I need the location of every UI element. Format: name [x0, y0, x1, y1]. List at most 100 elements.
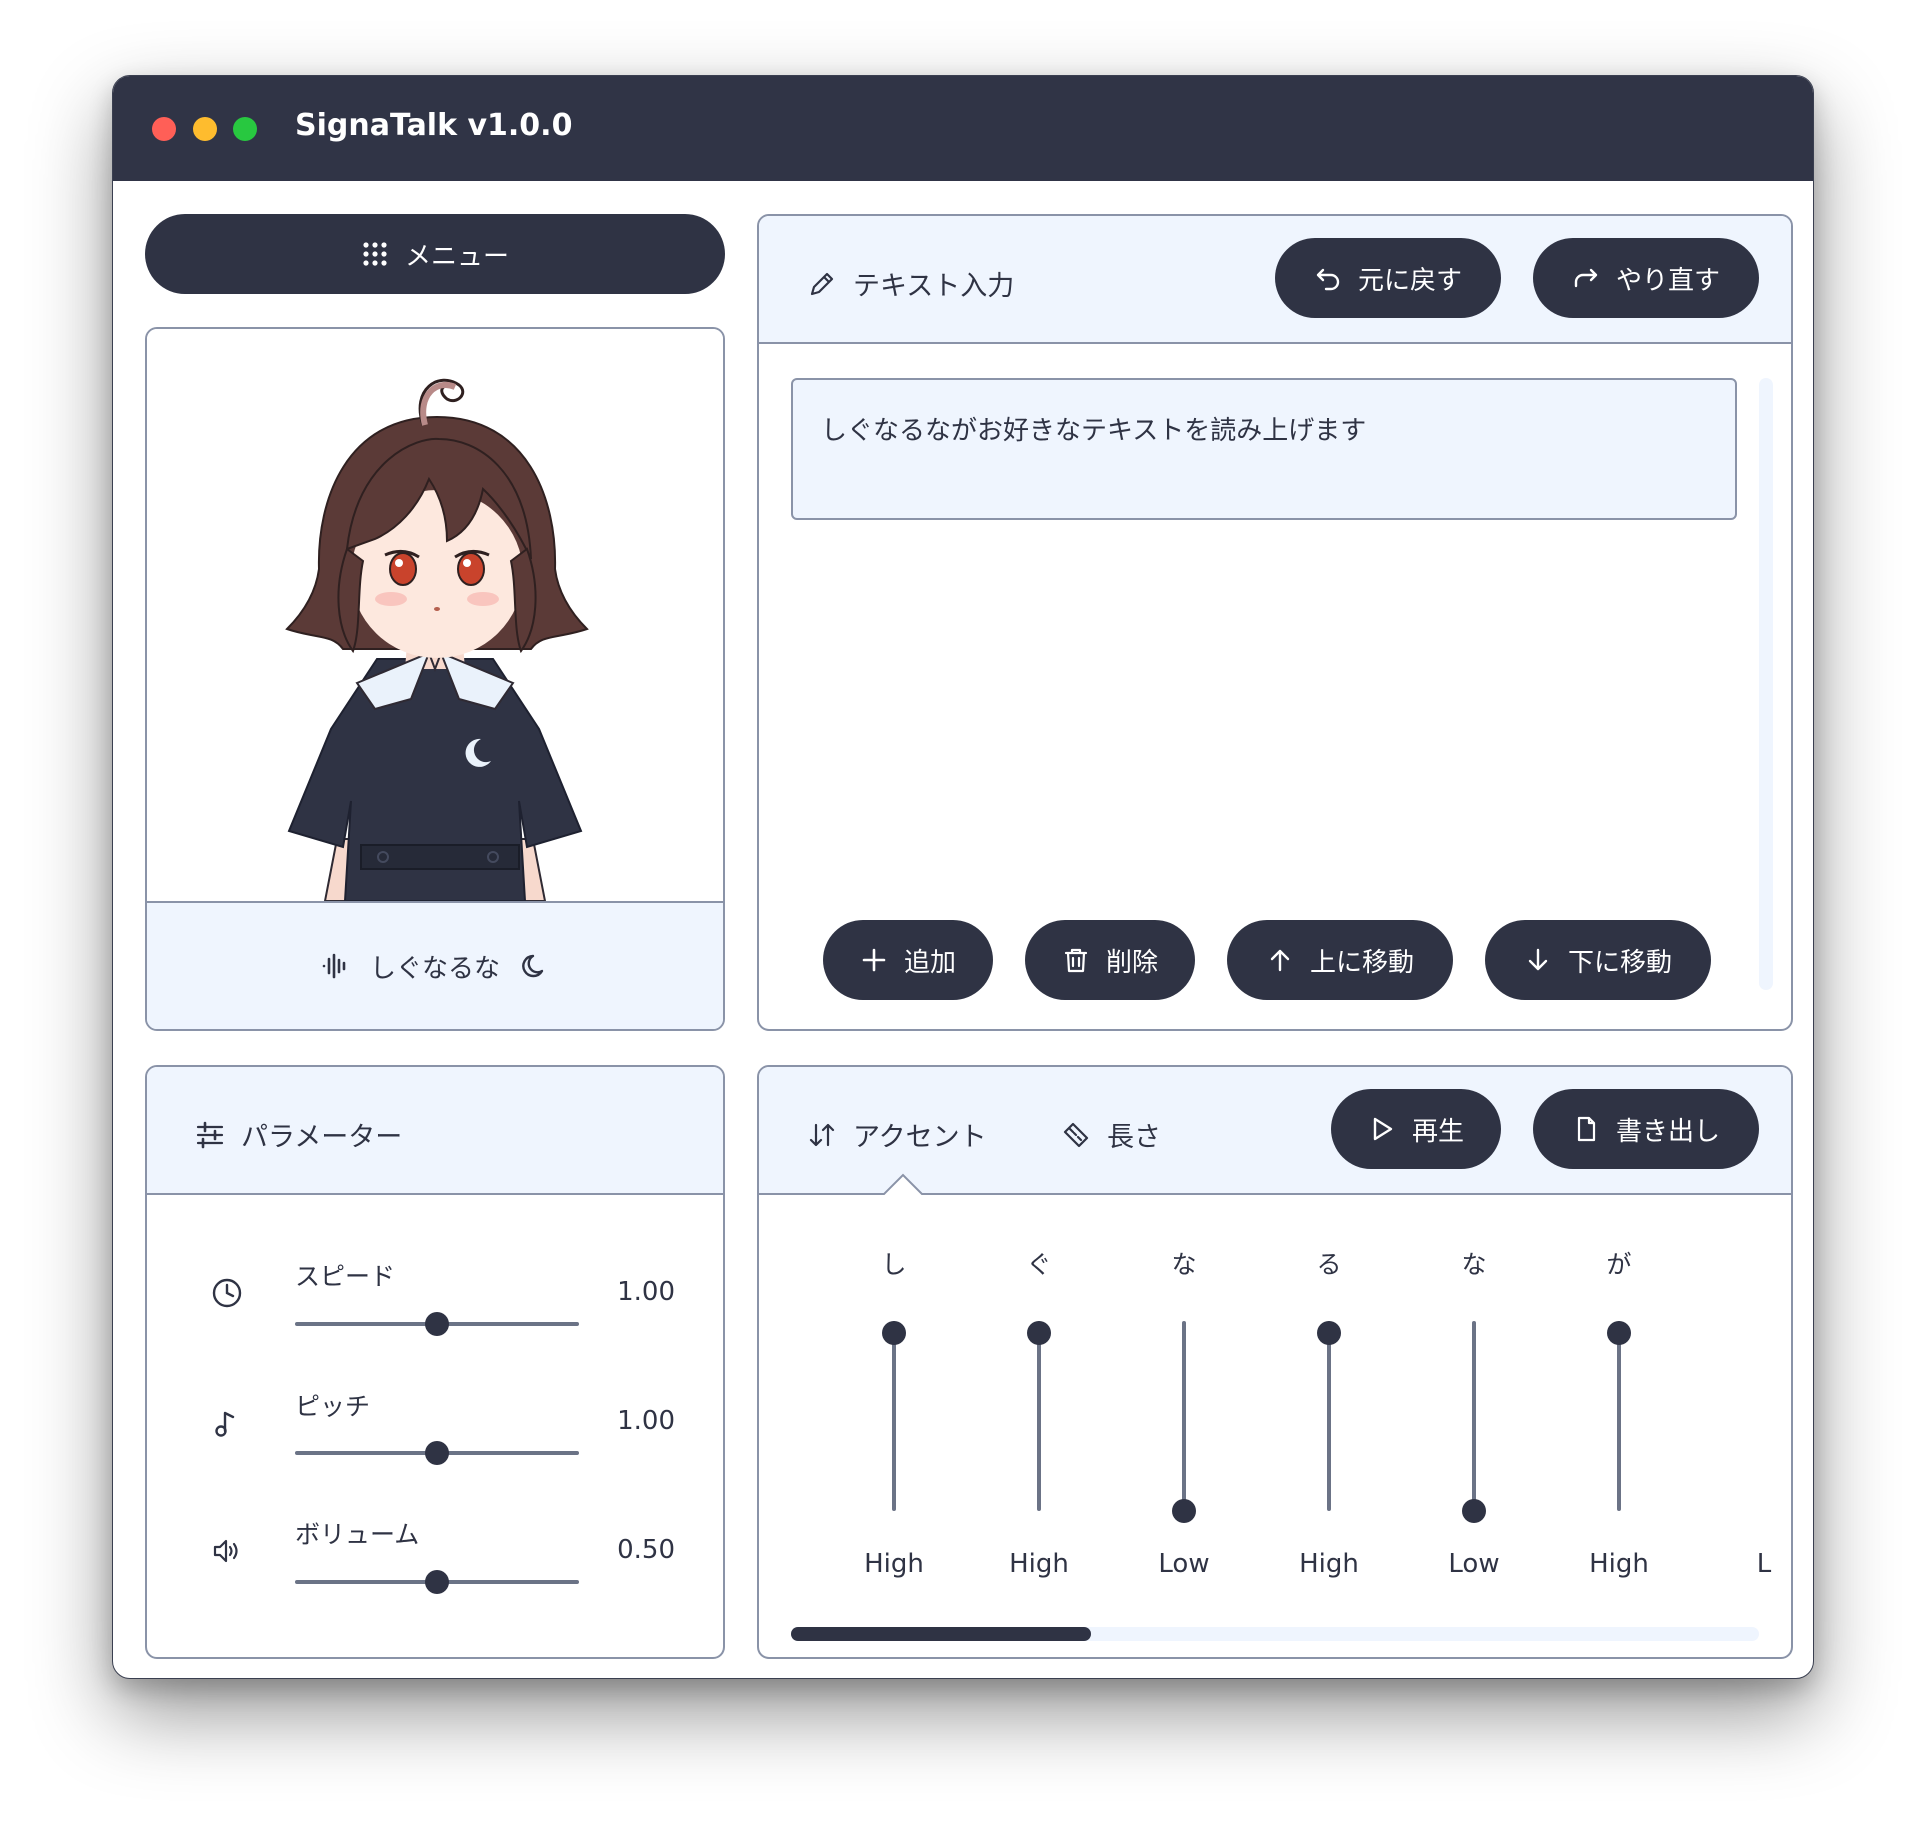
export-button[interactable]: 書き出し — [1533, 1089, 1759, 1169]
text-list-scrollbar[interactable] — [1759, 378, 1773, 990]
title-bar: SignaTalk v1.0.0 — [113, 76, 1813, 181]
accent-mora: ぐ High — [984, 1245, 1094, 1625]
active-tab-indicator — [883, 1173, 923, 1197]
accent-slider[interactable] — [892, 1321, 896, 1511]
move-up-button[interactable]: 上に移動 — [1227, 920, 1453, 1000]
accent-level-label: High — [864, 1549, 924, 1579]
tab-accent-label: アクセント — [853, 1122, 987, 1153]
accent-slider-thumb[interactable] — [1317, 1321, 1341, 1345]
waveform-icon — [322, 953, 346, 979]
parameters-title: パラメーター — [195, 1115, 402, 1154]
undo-button[interactable]: 元に戻す — [1275, 238, 1501, 318]
maximize-window-button[interactable] — [233, 117, 257, 141]
accent-mora-char: ぐ — [1026, 1250, 1052, 1279]
add-button[interactable]: 追加 — [823, 920, 993, 1000]
parameters-header: パラメーター — [147, 1067, 723, 1195]
accent-slider[interactable] — [1037, 1321, 1041, 1511]
window-title: SignaTalk v1.0.0 — [295, 108, 573, 143]
play-label: 再生 — [1411, 1116, 1464, 1147]
music-note-icon — [215, 1411, 235, 1437]
speaker-icon — [213, 1539, 238, 1563]
accent-slider[interactable] — [1472, 1321, 1476, 1511]
accent-mora-char: が — [1606, 1250, 1632, 1279]
volume-slider-thumb[interactable] — [425, 1570, 449, 1594]
trash-icon — [1064, 948, 1088, 973]
accent-morae-area: し High ぐ High な Low る High な Low が High L — [759, 1245, 1791, 1625]
tab-accent[interactable]: アクセント — [807, 1115, 987, 1154]
text-input-field[interactable]: しぐなるながお好きなテキストを読み上げます — [791, 378, 1737, 520]
accent-level-label: Low — [1448, 1549, 1500, 1579]
accent-scrollbar-thumb[interactable] — [791, 1627, 1092, 1641]
text-input-title: テキスト入力 — [807, 264, 1014, 303]
undo-icon — [1316, 268, 1340, 291]
speed-value: 1.00 — [617, 1277, 675, 1307]
speed-slider-thumb[interactable] — [425, 1312, 449, 1336]
accent-slider[interactable] — [1327, 1321, 1331, 1511]
tab-length-label: 長さ — [1107, 1122, 1161, 1153]
pencil-icon — [810, 272, 834, 295]
app-window: SignaTalk v1.0.0 メニュー しぐなるな テキスト入力 元に戻す … — [112, 75, 1814, 1679]
accent-mora-char: な — [1171, 1250, 1197, 1279]
accent-mora-char: し — [881, 1250, 907, 1279]
moon-icon[interactable] — [520, 951, 550, 981]
accent-slider-thumb[interactable] — [1462, 1499, 1486, 1523]
move-down-button[interactable]: 下に移動 — [1485, 920, 1711, 1000]
accent-mora: し High — [839, 1245, 949, 1625]
accent-slider[interactable] — [1182, 1321, 1186, 1511]
arrow-up-icon — [1270, 949, 1290, 972]
parameters-panel: パラメーター スピード 1.00 ピッチ 1.00 ボリューム 0.50 — [145, 1065, 725, 1659]
ruler-icon — [1063, 1122, 1089, 1147]
character-name: しぐなるな — [369, 953, 500, 984]
sliders-icon — [196, 1121, 224, 1148]
parameters-header-label: パラメーター — [241, 1122, 403, 1153]
play-button[interactable]: 再生 — [1331, 1089, 1501, 1169]
accent-scrollbar[interactable] — [791, 1627, 1759, 1641]
export-label: 書き出し — [1615, 1116, 1720, 1147]
accent-slider-thumb[interactable] — [1027, 1321, 1051, 1345]
accent-slider-thumb[interactable] — [882, 1321, 906, 1345]
delete-label: 削除 — [1105, 947, 1158, 978]
accent-level-label: L — [1756, 1549, 1772, 1579]
accent-level-label: Low — [1158, 1549, 1210, 1579]
accent-mora-char: る — [1316, 1250, 1342, 1279]
redo-label: やり直す — [1615, 265, 1720, 296]
document-icon — [1577, 1116, 1596, 1142]
speed-label: スピード — [295, 1262, 396, 1291]
pitch-slider-thumb[interactable] — [425, 1441, 449, 1465]
redo-icon — [1574, 268, 1598, 288]
character-footer[interactable]: しぐなるな — [147, 901, 723, 1029]
volume-label: ボリューム — [295, 1520, 420, 1549]
accent-slider[interactable] — [1617, 1321, 1621, 1511]
menu-button[interactable]: メニュー — [145, 214, 725, 294]
accent-level-label: High — [1299, 1549, 1359, 1579]
accent-slider-thumb[interactable] — [1172, 1499, 1196, 1523]
accent-mora-char: な — [1461, 1250, 1487, 1279]
redo-button[interactable]: やり直す — [1533, 238, 1759, 318]
accent-mora: L — [1709, 1245, 1791, 1625]
text-input-header-label: テキスト入力 — [853, 271, 1015, 302]
clock-icon — [212, 1278, 242, 1308]
accent-mora: が High — [1564, 1245, 1674, 1625]
delete-button[interactable]: 削除 — [1025, 920, 1195, 1000]
accent-panel: アクセント 長さ 再生 書き出し し High ぐ High な Low る H… — [757, 1065, 1793, 1659]
play-icon — [1373, 1117, 1393, 1141]
accent-mora: な Low — [1129, 1245, 1239, 1625]
tab-length[interactable]: 長さ — [1061, 1115, 1161, 1154]
move-up-label: 上に移動 — [1309, 947, 1414, 978]
pitch-label: ピッチ — [295, 1392, 371, 1421]
accent-slider-thumb[interactable] — [1607, 1321, 1631, 1345]
volume-value: 0.50 — [617, 1535, 675, 1565]
accent-level-label: High — [1589, 1549, 1649, 1579]
undo-label: 元に戻す — [1357, 265, 1462, 296]
sort-arrows-icon — [809, 1123, 835, 1146]
text-input-panel: テキスト入力 元に戻す やり直す しぐなるながお好きなテキストを読み上げます 追… — [757, 214, 1793, 1031]
pitch-value: 1.00 — [617, 1406, 675, 1436]
add-label: 追加 — [903, 947, 956, 978]
close-window-button[interactable] — [152, 117, 176, 141]
plus-icon — [862, 948, 886, 972]
text-input-header: テキスト入力 元に戻す やり直す — [759, 216, 1791, 344]
character-panel: しぐなるな — [145, 327, 725, 1031]
accent-level-label: High — [1009, 1549, 1069, 1579]
minimize-window-button[interactable] — [193, 117, 217, 141]
accent-mora: な Low — [1419, 1245, 1529, 1625]
